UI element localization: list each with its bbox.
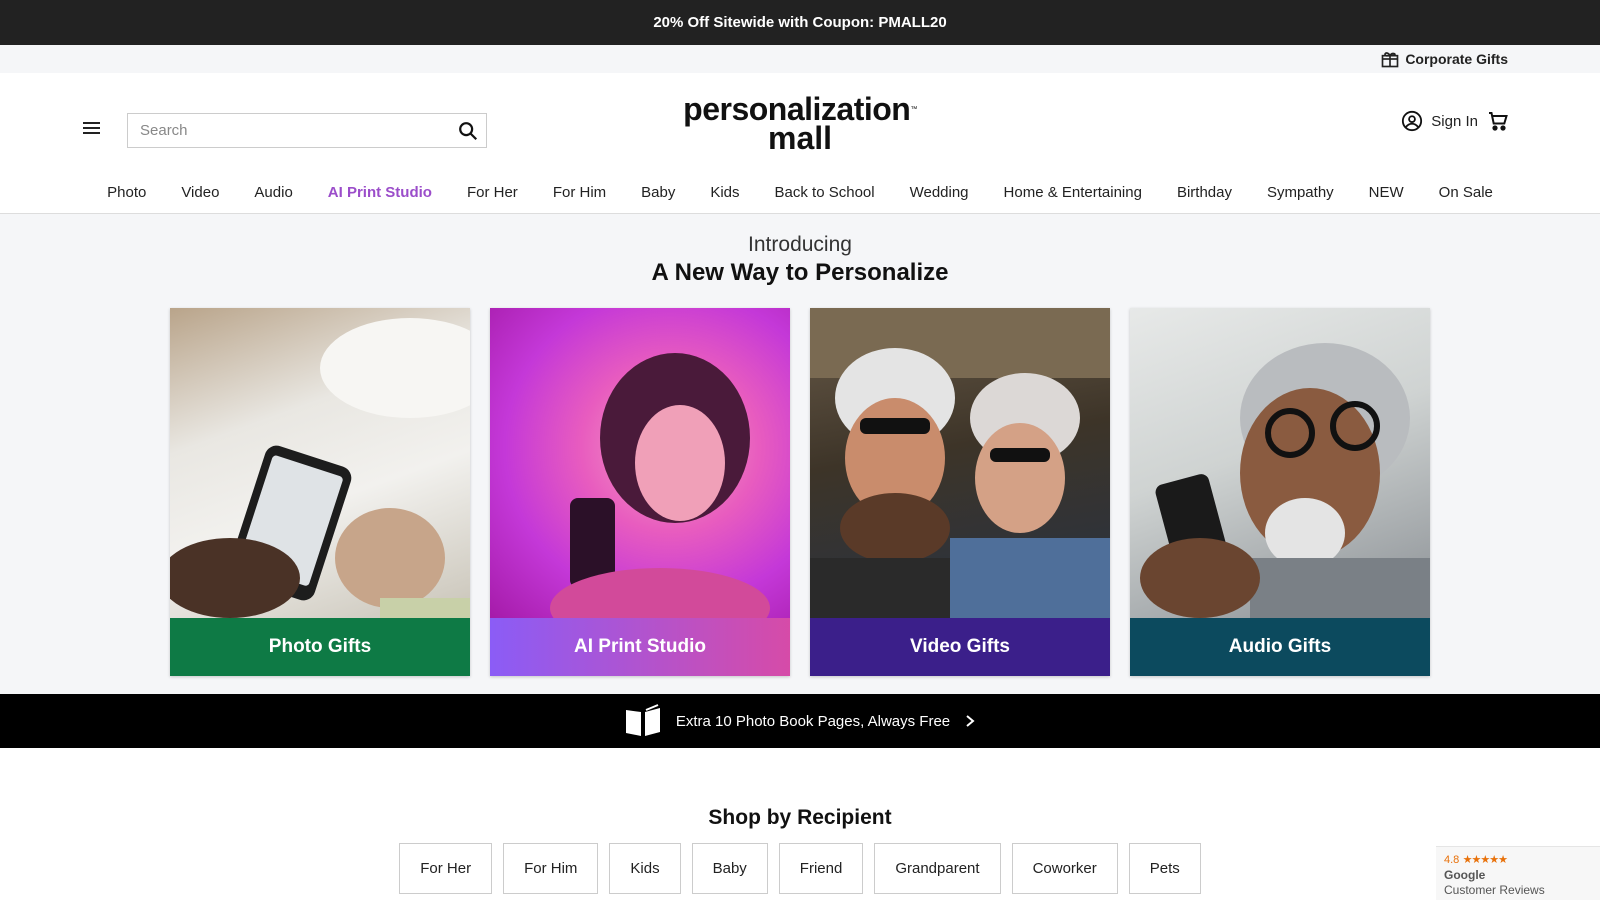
- search-icon: [459, 121, 478, 140]
- recipient-chips: For Her For Him Kids Baby Friend Grandpa…: [0, 843, 1600, 894]
- nav-item-on-sale[interactable]: On Sale: [1439, 184, 1493, 201]
- cart-button[interactable]: [1486, 109, 1510, 133]
- nav-item-for-her[interactable]: For Her: [467, 184, 518, 201]
- nav-item-baby[interactable]: Baby: [641, 184, 675, 201]
- logo-trademark: ™: [910, 106, 917, 113]
- user-circle-icon: [1402, 110, 1423, 132]
- recipient-chip-baby[interactable]: Baby: [691, 843, 768, 894]
- search-input[interactable]: [128, 114, 450, 147]
- nav-item-home-entertaining[interactable]: Home & Entertaining: [1004, 184, 1142, 201]
- photo-book-banner-text: Extra 10 Photo Book Pages, Always Free: [675, 712, 951, 730]
- recipient-chip-coworker[interactable]: Coworker: [1011, 843, 1118, 894]
- recipient-chip-grandparent[interactable]: Grandparent: [874, 843, 1001, 894]
- site-header: personalization™ mall Sign In: [0, 73, 1600, 171]
- hamburger-icon: [83, 122, 100, 134]
- recipient-chip-for-him[interactable]: For Him: [503, 843, 599, 894]
- photo-book-banner[interactable]: Extra 10 Photo Book Pages, Always Free: [0, 694, 1600, 748]
- gift-icon: [1381, 52, 1399, 68]
- nav-item-new[interactable]: NEW: [1369, 184, 1404, 201]
- star-rating-icon: ★★★★★: [1462, 854, 1508, 866]
- card-ai-print-studio[interactable]: AI Print Studio: [490, 308, 790, 676]
- account-area: Sign In: [1401, 109, 1510, 133]
- nav-item-birthday[interactable]: Birthday: [1177, 184, 1232, 201]
- open-book-icon: [625, 704, 660, 736]
- card-audio-gifts[interactable]: Audio Gifts: [1130, 308, 1430, 676]
- ai-print-studio-image: [490, 308, 790, 618]
- card-label: Video Gifts: [810, 618, 1110, 676]
- nav-item-wedding[interactable]: Wedding: [910, 184, 969, 201]
- photo-gifts-image: [170, 308, 470, 618]
- woman-phone-illustration: [550, 353, 770, 618]
- hamburger-menu-button[interactable]: [80, 116, 104, 140]
- shop-by-recipient-title: Shop by Recipient: [708, 806, 892, 829]
- video-gifts-image: [810, 308, 1110, 618]
- chevron-right-icon: [966, 715, 975, 727]
- nav-item-audio[interactable]: Audio: [254, 184, 292, 201]
- corporate-gifts-link[interactable]: Corporate Gifts: [1380, 49, 1508, 69]
- nav-item-back-to-school[interactable]: Back to School: [775, 184, 875, 201]
- card-label: Photo Gifts: [170, 618, 470, 676]
- recipient-chip-pets[interactable]: Pets: [1128, 843, 1201, 894]
- nav-item-sympathy[interactable]: Sympathy: [1267, 184, 1334, 201]
- phone-baby-illustration: [170, 318, 470, 618]
- sign-in-link[interactable]: Sign In: [1401, 110, 1478, 132]
- promo-banner[interactable]: 20% Off Sitewide with Coupon: PMALL20: [0, 0, 1600, 45]
- hero-section: Introducing A New Way to Personalize Pho…: [0, 214, 1600, 694]
- review-source: Google: [1444, 868, 1486, 882]
- man-phone-illustration: [1140, 343, 1430, 618]
- review-rating: 4.8: [1444, 854, 1460, 866]
- hero-intro: Introducing: [748, 233, 852, 256]
- promo-text: 20% Off Sitewide with Coupon: PMALL20: [653, 14, 947, 31]
- recipient-chip-for-her[interactable]: For Her: [399, 843, 493, 894]
- shop-by-recipient: Shop by Recipient For Her For Him Kids B…: [0, 748, 1600, 894]
- utility-bar: Corporate Gifts: [0, 45, 1600, 73]
- corporate-gifts-label: Corporate Gifts: [1405, 51, 1508, 67]
- review-rating-row: 4.8 ★★★★★: [1444, 852, 1592, 868]
- recipient-chip-friend[interactable]: Friend: [778, 843, 864, 894]
- logo-line-2: mall: [767, 120, 833, 156]
- card-photo-gifts[interactable]: Photo Gifts: [170, 308, 470, 676]
- google-reviews-badge[interactable]: 4.8 ★★★★★ Google Customer Reviews: [1436, 846, 1600, 900]
- couple-scooter-illustration: [810, 308, 1110, 618]
- nav-item-photo[interactable]: Photo: [107, 184, 146, 201]
- nav-item-for-him[interactable]: For Him: [553, 184, 606, 201]
- search-button[interactable]: [450, 114, 486, 147]
- recipient-chip-kids[interactable]: Kids: [609, 843, 681, 894]
- site-logo[interactable]: personalization™ mall: [640, 93, 960, 156]
- main-nav: Photo Video Audio AI Print Studio For He…: [0, 171, 1600, 214]
- card-label: Audio Gifts: [1130, 618, 1430, 676]
- sign-in-label: Sign In: [1431, 112, 1478, 130]
- hero-cards: Photo Gifts AI Print Studio Video Gifts …: [0, 308, 1600, 676]
- review-label: Customer Reviews: [1444, 883, 1545, 897]
- card-video-gifts[interactable]: Video Gifts: [810, 308, 1110, 676]
- hero-headline: A New Way to Personalize: [651, 259, 949, 286]
- search-box: [127, 113, 487, 148]
- card-label: AI Print Studio: [490, 618, 790, 676]
- nav-item-video[interactable]: Video: [181, 184, 219, 201]
- shopping-cart-icon: [1489, 112, 1508, 131]
- nav-item-ai-print-studio[interactable]: AI Print Studio: [328, 184, 432, 201]
- nav-item-kids[interactable]: Kids: [710, 184, 739, 201]
- audio-gifts-image: [1130, 308, 1430, 618]
